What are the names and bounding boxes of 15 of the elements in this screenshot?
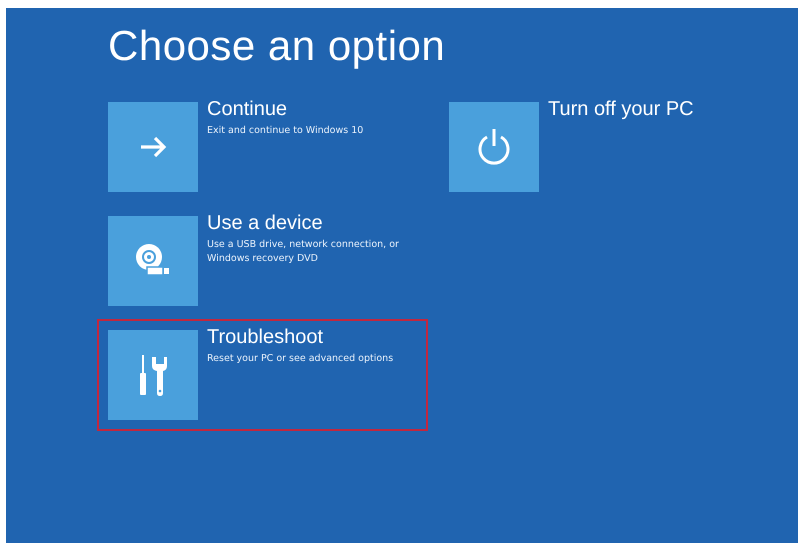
option-description: Reset your PC or see advanced options	[207, 352, 394, 366]
option-title[interactable]: Use a device	[207, 212, 323, 234]
option-tile[interactable]	[449, 102, 539, 192]
option-tile[interactable]	[108, 102, 198, 192]
option-title[interactable]: Continue	[207, 98, 288, 120]
tools-icon	[138, 353, 168, 397]
page-title: Choose an option	[108, 22, 446, 70]
option-title[interactable]: Turn off your PC	[548, 98, 694, 120]
arrow-icon	[139, 136, 167, 158]
power-icon	[477, 128, 511, 166]
option-description: Use a USB drive, network connection, or Windows recovery DVD	[207, 238, 400, 266]
option-tile[interactable]	[108, 216, 198, 306]
option-tile[interactable]	[108, 330, 198, 420]
option-description: Exit and continue to Windows 10	[207, 124, 364, 138]
option-title[interactable]: Troubleshoot	[207, 326, 323, 348]
